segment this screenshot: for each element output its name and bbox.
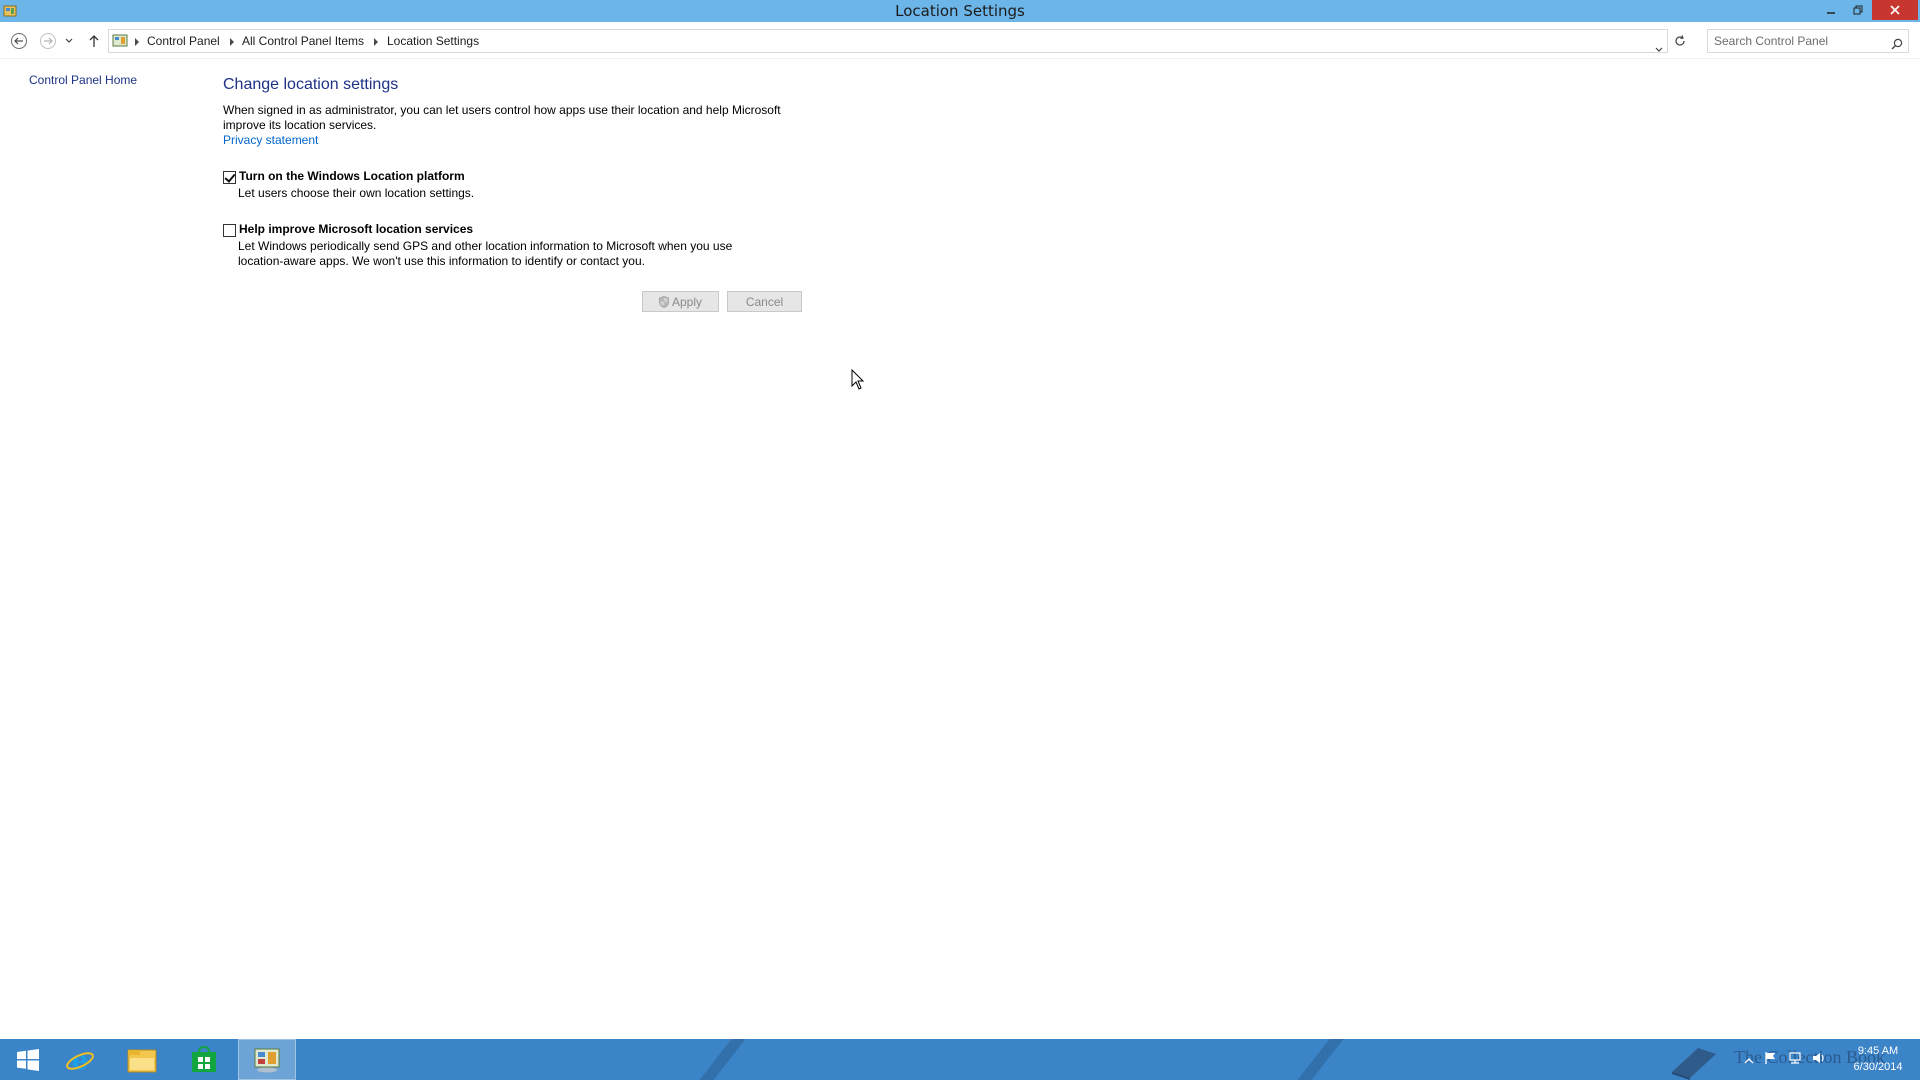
mouse-cursor-icon: [851, 368, 865, 391]
up-button[interactable]: [83, 30, 105, 52]
cancel-button[interactable]: Cancel: [727, 291, 802, 312]
breadcrumb-control-panel[interactable]: Control Panel: [147, 34, 220, 48]
location-platform-checkbox[interactable]: [223, 171, 236, 184]
forward-arrow-icon: [40, 33, 56, 49]
breadcrumb-separator-icon[interactable]: [135, 38, 139, 46]
volume-icon[interactable]: [1812, 1050, 1826, 1069]
address-bar[interactable]: Control Panel All Control Panel Items Lo…: [108, 29, 1668, 53]
apply-button-label: Apply: [671, 294, 703, 309]
back-arrow-icon: [11, 33, 27, 49]
search-icon[interactable]: [1891, 35, 1903, 54]
back-button[interactable]: [8, 30, 30, 52]
apply-button[interactable]: Apply: [642, 291, 719, 312]
refresh-icon: [1675, 35, 1685, 46]
search-box[interactable]: [1707, 29, 1909, 53]
page-title: Change location settings: [223, 76, 399, 93]
page-description: When signed in as administrator, you can…: [223, 103, 781, 132]
restore-button[interactable]: [1845, 0, 1871, 20]
show-hidden-icons-icon[interactable]: [1744, 1050, 1754, 1069]
svg-text:e: e: [72, 1046, 89, 1075]
chevron-down-icon: [65, 38, 73, 43]
internet-explorer-icon: e: [66, 1046, 94, 1075]
taskbar: e The Collection Book 9:45 AM 6/30/2014: [0, 1039, 1920, 1080]
breadcrumb-location-settings[interactable]: Location Settings: [387, 34, 479, 48]
location-platform-description: Let users choose their own location sett…: [238, 186, 475, 200]
wallpaper-stripe: [684, 1039, 754, 1080]
navigation-bar: Control Panel All Control Panel Items Lo…: [0, 22, 1920, 59]
start-button[interactable]: [0, 1039, 56, 1080]
control-panel-taskbar-item[interactable]: [238, 1039, 296, 1080]
improve-location-services-description: Let Windows periodically send GPS and ot…: [238, 239, 733, 268]
taskbar-clock[interactable]: 9:45 AM 6/30/2014: [1846, 1043, 1910, 1075]
control-panel-home-link[interactable]: Control Panel Home: [29, 73, 137, 87]
store-taskbar-item[interactable]: [176, 1039, 232, 1080]
action-center-flag-icon[interactable]: [1764, 1050, 1778, 1069]
control-panel-icon: [254, 1048, 280, 1072]
system-tray: [1744, 1039, 1826, 1080]
control-panel-icon: [112, 33, 128, 52]
improve-location-services-label[interactable]: Help improve Microsoft location services: [239, 222, 473, 236]
search-input[interactable]: [1714, 33, 1884, 49]
refresh-button[interactable]: [1670, 30, 1690, 52]
breadcrumb-separator-icon[interactable]: [374, 38, 378, 46]
location-platform-label[interactable]: Turn on the Windows Location platform: [239, 169, 465, 183]
clock-date: 6/30/2014: [1853, 1061, 1903, 1073]
file-explorer-icon: [127, 1049, 157, 1072]
breadcrumb-all-control-panel-items[interactable]: All Control Panel Items: [242, 34, 364, 48]
store-icon: [192, 1045, 216, 1072]
network-icon[interactable]: [1788, 1050, 1802, 1069]
clock-time: 9:45 AM: [1857, 1045, 1899, 1057]
wallpaper-stripe: [1282, 1039, 1352, 1080]
internet-explorer-taskbar-item[interactable]: e: [52, 1039, 108, 1080]
close-button[interactable]: [1872, 0, 1918, 20]
address-dropdown-icon[interactable]: [1655, 38, 1663, 57]
watermark-book-icon: [1668, 1042, 1720, 1080]
file-explorer-taskbar-item[interactable]: [114, 1039, 170, 1080]
uac-shield-icon: [659, 295, 669, 308]
privacy-statement-link[interactable]: Privacy statement: [223, 133, 318, 147]
improve-location-services-checkbox[interactable]: [223, 224, 236, 237]
title-bar: Location Settings: [0, 0, 1920, 22]
breadcrumb-separator-icon[interactable]: [230, 38, 234, 46]
cancel-button-label: Cancel: [745, 294, 784, 309]
minimize-button[interactable]: [1818, 0, 1844, 20]
window-title: Location Settings: [895, 2, 1025, 20]
up-arrow-icon: [89, 35, 99, 47]
start-icon: [17, 1048, 39, 1071]
recent-locations-button[interactable]: [62, 30, 76, 52]
forward-button[interactable]: [37, 30, 59, 52]
